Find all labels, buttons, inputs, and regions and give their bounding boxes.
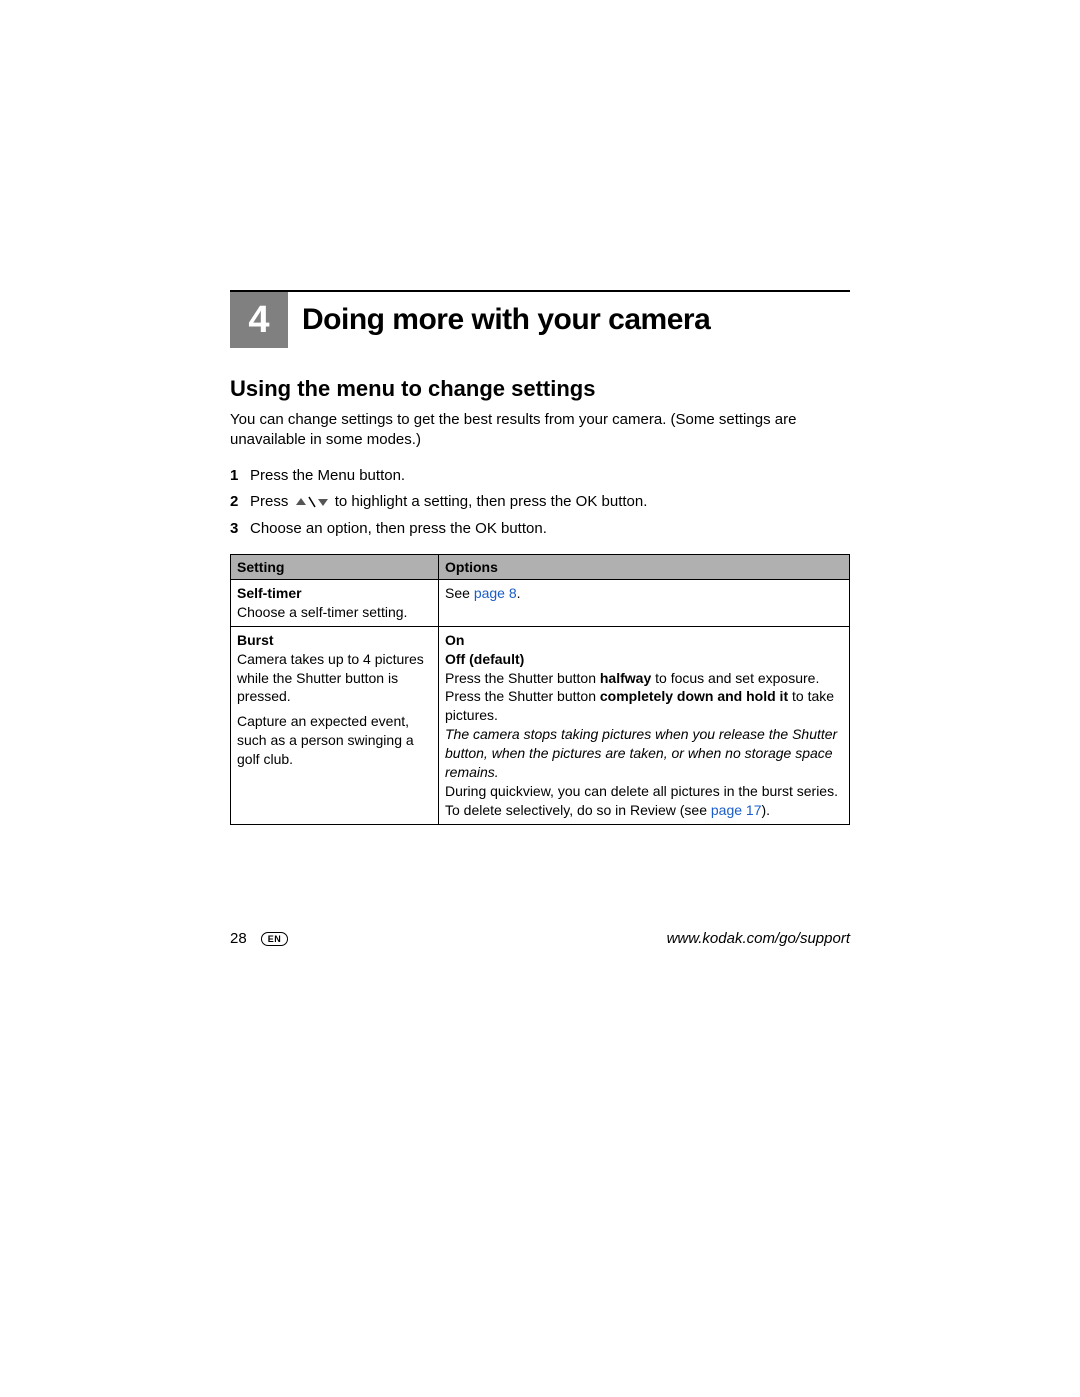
step-2-pre: Press [250, 493, 293, 510]
step-3: Choose an option, then press the OK butt… [230, 518, 850, 541]
option-paragraph: During quickview, you can delete all pic… [445, 782, 843, 820]
page-footer: 28 EN www.kodak.com/go/support [230, 930, 850, 947]
option-text: See [445, 585, 474, 601]
page-link[interactable]: page 17 [711, 802, 762, 818]
step-2-post: to highlight a setting, then press the O… [335, 493, 648, 510]
setting-name: Self-timer [237, 584, 432, 603]
language-badge: EN [261, 932, 289, 946]
support-url: www.kodak.com/go/support [667, 930, 850, 947]
setting-desc: Capture an expected event, such as a per… [237, 712, 432, 769]
up-down-arrow-icon [295, 496, 329, 508]
chapter-title: Doing more with your camera [302, 303, 710, 337]
chapter-header: 4 Doing more with your camera [230, 290, 850, 348]
step-2: Press to highlight a setting, then press… [230, 491, 850, 514]
page-number: 28 [230, 930, 247, 947]
section-intro: You can change settings to get the best … [230, 410, 850, 451]
settings-table: Setting Options Self-timer Choose a self… [230, 554, 850, 825]
header-options: Options [439, 555, 850, 580]
step-1: Press the Menu button. [230, 465, 850, 488]
option-note: The camera stops taking pictures when yo… [445, 725, 843, 782]
setting-name: Burst [237, 631, 432, 650]
table-row: Burst Camera takes up to 4 pictures whil… [231, 626, 850, 824]
page-link[interactable]: page 8 [474, 585, 517, 601]
setting-desc: Choose a self-timer setting. [237, 603, 432, 622]
option-paragraph: Press the Shutter button halfway to focu… [445, 669, 843, 726]
steps-list: Press the Menu button. Press to highligh… [230, 465, 850, 541]
table-row: Self-timer Choose a self-timer setting. … [231, 580, 850, 627]
option-on: On [445, 631, 843, 650]
section-title: Using the menu to change settings [230, 376, 850, 402]
option-text: . [517, 585, 521, 601]
setting-desc: Camera takes up to 4 pictures while the … [237, 650, 432, 707]
chapter-number: 4 [230, 292, 288, 348]
option-off: Off (default) [445, 650, 843, 669]
header-setting: Setting [231, 555, 439, 580]
